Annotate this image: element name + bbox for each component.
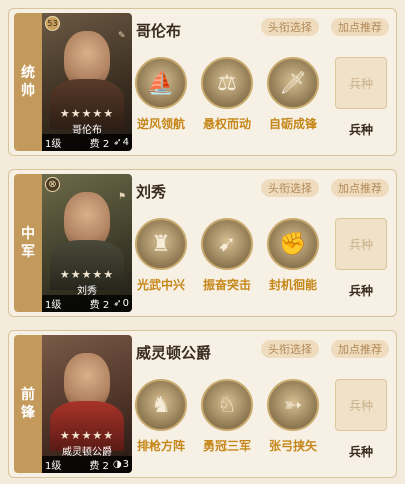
blade-icon: 🗡 — [267, 57, 319, 109]
troop-type-slot[interactable]: 兵种 — [335, 379, 387, 431]
point-recommend-button[interactable]: 加点推荐 — [331, 18, 389, 36]
spear-icon: ➹ — [201, 218, 253, 270]
flag-icon[interactable]: ⚑ — [118, 192, 128, 202]
title-select-button[interactable]: 头衔选择 — [261, 179, 319, 197]
general-name: 刘秀 — [136, 183, 167, 201]
skill-name: 光武中兴 — [136, 278, 185, 292]
cost-text: 费 2 — [89, 139, 110, 150]
cavalry-icon: ♘ — [201, 379, 253, 431]
soldier-icon: ♞ — [135, 379, 187, 431]
point-recommend-button[interactable]: 加点推荐 — [331, 179, 389, 197]
general-card-2: 中 军 ⊗ ⚑ ★★★★★ 刘秀 1级 费 2 ➶ 0 刘秀 头衔选择 加点推荐… — [8, 169, 397, 317]
troop-type-label: 兵种 — [348, 445, 373, 459]
cost-text: 费 2 — [89, 300, 110, 311]
edit-icon[interactable]: ✎ — [118, 31, 128, 41]
title-select-button[interactable]: 头衔选择 — [261, 18, 319, 36]
general-card-1: 统 帅 53 ✎ ★★★★★ 哥伦布 1级 费 2 ➶ 4 哥伦布 头衔选择 加… — [8, 8, 397, 156]
general-portrait[interactable]: ★★★★★ 威灵顿公爵 1级 费 2 ◑ 3 — [42, 335, 132, 473]
count-group: ◑ 3 — [112, 459, 129, 470]
skill-name: 封机徊能 — [268, 278, 317, 292]
count-group: ➶ 4 — [113, 137, 129, 148]
skill-slot-1[interactable]: ♜ 光武中兴 — [133, 218, 189, 293]
point-recommend-button[interactable]: 加点推荐 — [331, 340, 389, 358]
level-text: 1级 — [45, 461, 62, 472]
skill-name: 悬权而动 — [202, 117, 251, 131]
skill-slot-2[interactable]: ♘ 勇冠三军 — [199, 379, 255, 454]
level-text: 1级 — [45, 300, 62, 311]
title-select-button[interactable]: 头衔选择 — [261, 340, 319, 358]
skill-name: 自砺成锋 — [268, 117, 317, 131]
troop-type-label: 兵种 — [348, 284, 373, 298]
portrait-info-bar: 1级 费 2 ➶ 4 — [42, 134, 132, 151]
arrows-icon: ➶ — [113, 298, 122, 309]
level-badge: 53 — [45, 16, 60, 31]
star-rating: ★★★★★ — [59, 107, 115, 120]
skill-name: 逆风领航 — [136, 117, 185, 131]
skill-slot-1[interactable]: ♞ 排枪方阵 — [133, 379, 189, 454]
star-rating: ★★★★★ — [59, 268, 115, 281]
general-portrait[interactable]: ⊗ ⚑ ★★★★★ 刘秀 1级 费 2 ➶ 0 — [42, 174, 132, 312]
skill-slot-1[interactable]: ⛵ 逆风领航 — [133, 57, 189, 132]
troop-type-slot[interactable]: 兵种 — [335, 57, 387, 109]
portrait-info-bar: 1级 费 2 ➶ 0 — [42, 295, 132, 312]
general-name: 威灵顿公爵 — [136, 344, 212, 362]
troop-type-slot[interactable]: 兵种 — [335, 218, 387, 270]
general-name: 哥伦布 — [136, 22, 182, 40]
skill-slot-2[interactable]: ⚖ 悬权而动 — [199, 57, 255, 132]
skill-name: 排枪方阵 — [136, 439, 185, 453]
skill-name: 振奋突击 — [202, 278, 251, 292]
scales-icon: ⚖ — [201, 57, 253, 109]
arrows-icon: ➶ — [113, 137, 122, 148]
level-text: 1级 — [45, 139, 62, 150]
skill-slot-2[interactable]: ➹ 振奋突击 — [199, 218, 255, 293]
role-label: 中 军 — [14, 174, 42, 312]
skill-slot-3[interactable]: ✊ 封机徊能 — [265, 218, 321, 293]
statue-icon: ♜ — [135, 218, 187, 270]
close-badge-icon[interactable]: ⊗ — [45, 177, 60, 192]
skill-slot-3[interactable]: 🗡 自砺成锋 — [265, 57, 321, 132]
ship-icon: ⛵ — [135, 57, 187, 109]
cost-text: 费 2 — [89, 461, 109, 472]
portrait-info-bar: 1级 费 2 ◑ 3 — [42, 456, 132, 473]
skill-name: 张弓挟矢 — [268, 439, 317, 453]
role-label: 前 锋 — [14, 335, 42, 473]
role-label: 统 帅 — [14, 13, 42, 151]
gauntlet-icon: ✊ — [267, 218, 319, 270]
troop-type-label: 兵种 — [348, 123, 373, 137]
count-group: ➶ 0 — [113, 298, 129, 309]
skill-name: 勇冠三军 — [202, 439, 251, 453]
general-card-3: 前 锋 ★★★★★ 威灵顿公爵 1级 费 2 ◑ 3 威灵顿公爵 头衔选择 加点… — [8, 330, 397, 478]
general-portrait[interactable]: 53 ✎ ★★★★★ 哥伦布 1级 费 2 ➶ 4 — [42, 13, 132, 151]
archer-icon: ➳ — [267, 379, 319, 431]
half-circle-icon: ◑ — [112, 459, 122, 470]
star-rating: ★★★★★ — [59, 429, 115, 442]
skill-slot-3[interactable]: ➳ 张弓挟矢 — [265, 379, 321, 454]
